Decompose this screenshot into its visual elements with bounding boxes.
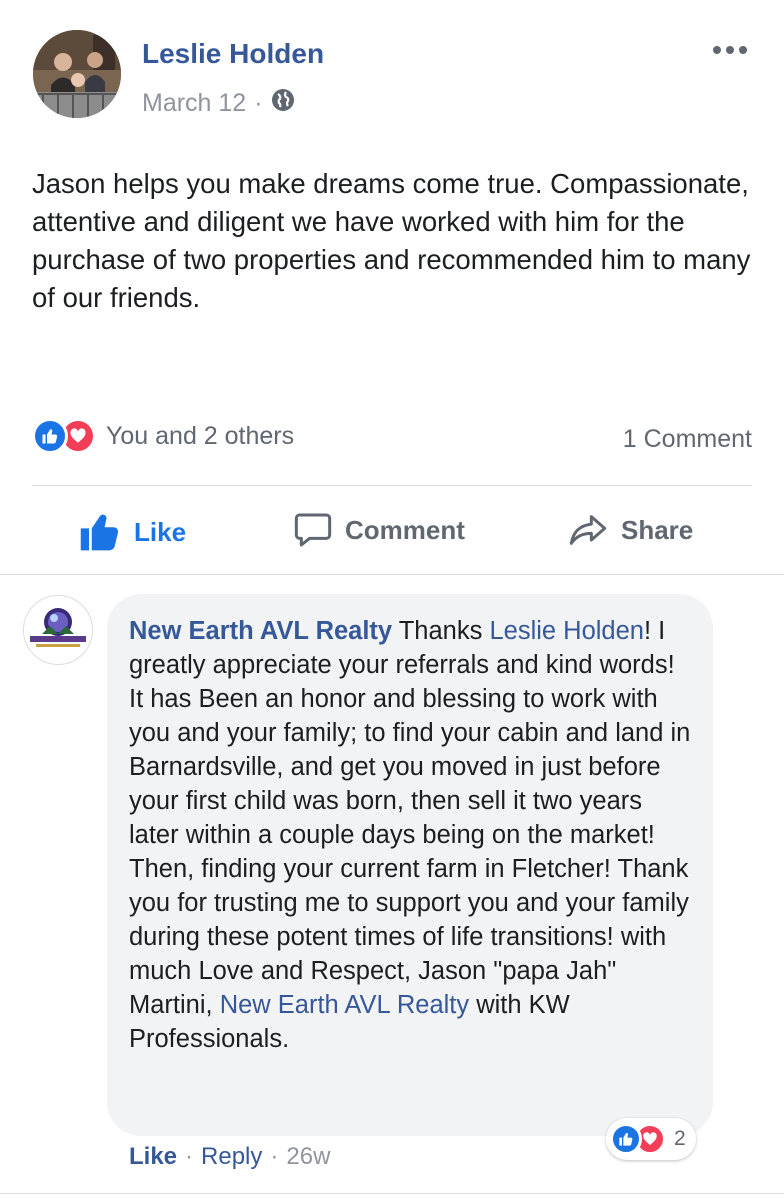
comment-count[interactable]: 1 Comment [623, 425, 752, 454]
reactions-summary[interactable]: You and 2 others [106, 422, 294, 451]
author-avatar[interactable] [33, 30, 121, 118]
comment-text-part: ! I greatly appreciate your referrals an… [129, 617, 691, 1019]
meta-separator: · [254, 89, 263, 117]
comment-reactions[interactable]: 2 [606, 1118, 696, 1160]
comment-reply-link[interactable]: Reply [201, 1143, 262, 1171]
comment-author-name[interactable]: New Earth AVL Realty [129, 617, 392, 645]
divider [32, 485, 752, 486]
comment-age[interactable]: 26w [286, 1143, 330, 1171]
share-label: Share [621, 514, 694, 545]
comment-bubble: New Earth AVL Realty Thanks Leslie Holde… [107, 594, 713, 1136]
like-button[interactable]: Like [78, 510, 186, 554]
post-meta: March 12 · [142, 88, 295, 119]
post-body: Jason helps you make dreams come true. C… [32, 168, 751, 313]
comment-text-part: Thanks [392, 617, 490, 645]
mention-link[interactable]: Leslie Holden [489, 617, 644, 645]
post-author-name[interactable]: Leslie Holden [142, 38, 324, 70]
mention-link[interactable]: New Earth AVL Realty [220, 991, 469, 1019]
share-button[interactable]: Share [567, 510, 693, 550]
commenter-avatar[interactable] [23, 595, 93, 665]
thumbs-up-icon [80, 514, 119, 551]
like-label: Like [134, 516, 187, 547]
more-options-icon[interactable] [710, 38, 750, 62]
comment-text: New Earth AVL Realty Thanks Leslie Holde… [129, 614, 691, 1056]
separator: · [185, 1143, 194, 1170]
comment-footer: Like · Reply · 26w [129, 1143, 330, 1171]
comment-label: Comment [345, 514, 465, 545]
post-action-bar: Like Comment Share [0, 500, 784, 560]
post-date[interactable]: March 12 [142, 89, 246, 118]
comment-reaction-count: 2 [674, 1127, 686, 1150]
share-arrow-icon [569, 515, 607, 545]
like-reaction-icon [610, 1123, 642, 1155]
divider [0, 1193, 784, 1194]
globe-icon[interactable] [271, 88, 295, 119]
like-reaction-icon [32, 418, 68, 454]
post-reactions[interactable]: You and 2 others [32, 418, 294, 454]
speech-bubble-icon [294, 513, 332, 547]
separator: · [270, 1143, 279, 1170]
divider [0, 574, 784, 575]
comment-button[interactable]: Comment [293, 510, 465, 550]
comment-like-link[interactable]: Like [129, 1143, 177, 1171]
